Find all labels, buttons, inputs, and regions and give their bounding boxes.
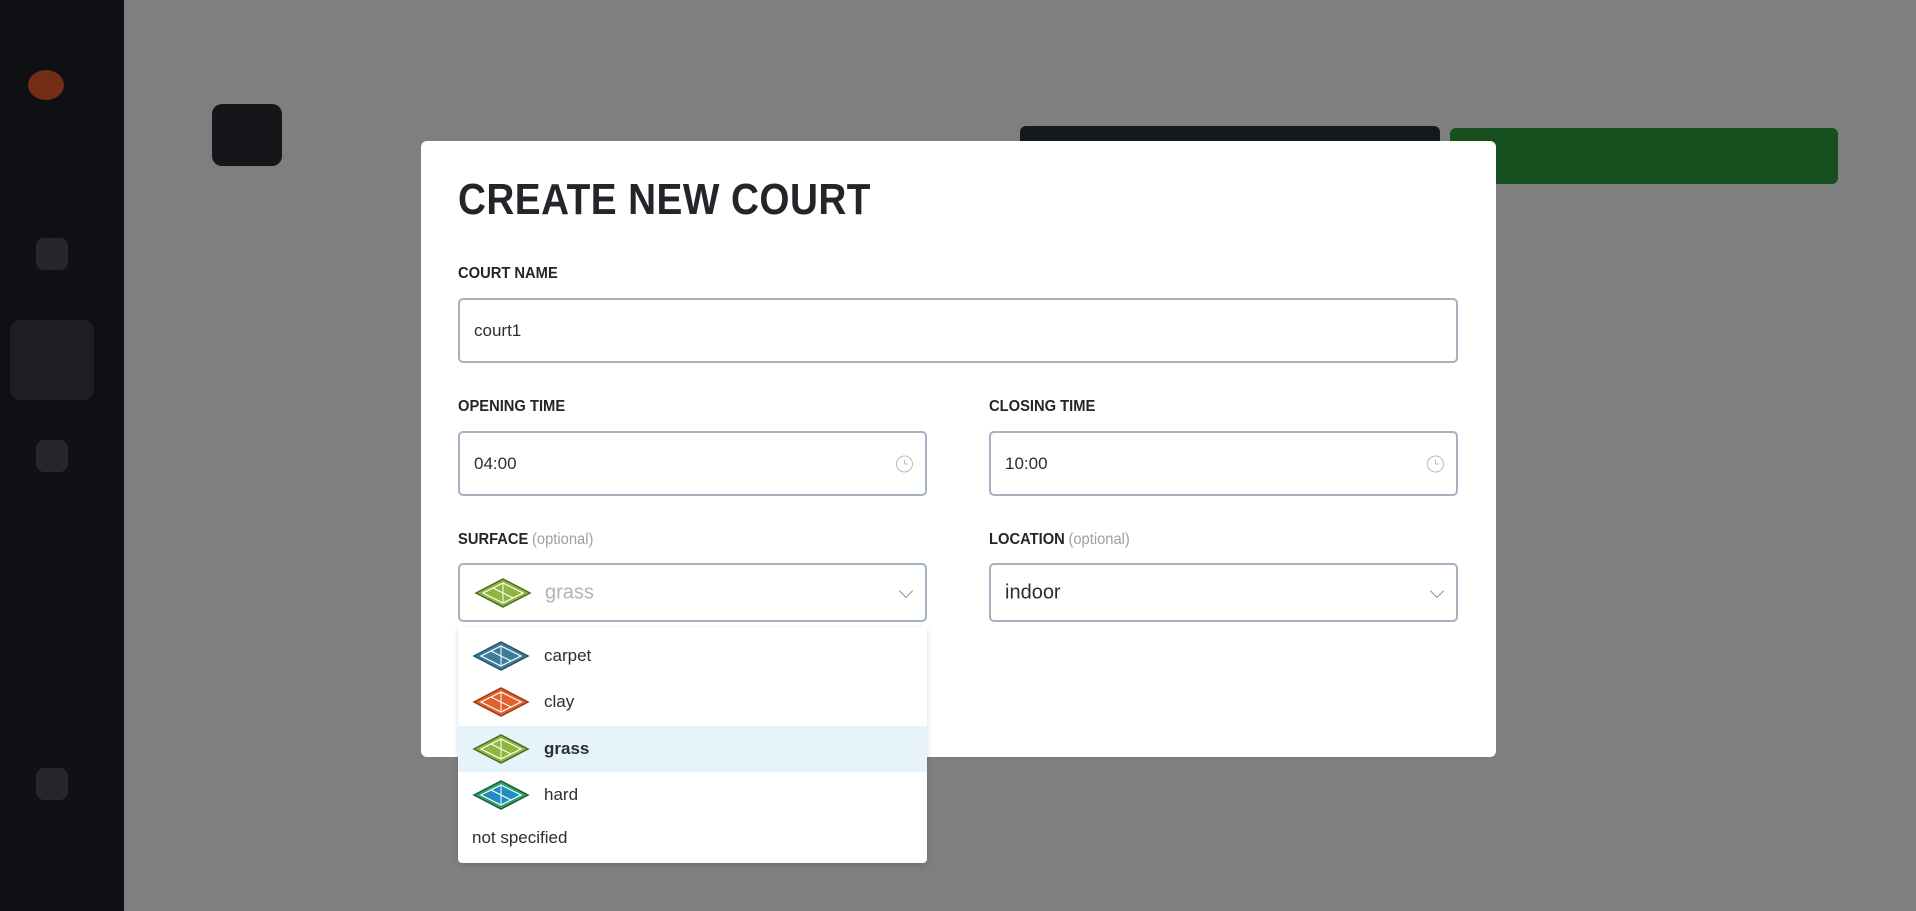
surface-dropdown: carpet clay grass hard not specified <box>458 627 927 863</box>
location-optional-text: (optional) <box>1068 531 1130 548</box>
clock-icon[interactable] <box>896 455 913 472</box>
closing-time-input[interactable]: 10:00 <box>989 431 1458 496</box>
chevron-down-icon[interactable] <box>898 583 914 598</box>
grass-court-icon <box>474 577 532 609</box>
modal-title: CREATE NEW COURT <box>458 175 871 224</box>
surface-optional-text: (optional) <box>532 531 594 548</box>
carpet-court-icon <box>472 640 530 672</box>
surface-option-label: clay <box>544 692 575 711</box>
court-name-input[interactable]: court1 <box>458 298 1458 363</box>
opening-time-label-text: OPENING TIME <box>458 398 566 415</box>
location-select[interactable]: indoor <box>989 563 1458 622</box>
clay-court-icon <box>472 686 530 718</box>
surface-option-not-specified[interactable]: not specified <box>458 815 927 861</box>
opening-time-input[interactable]: 04:00 <box>458 431 927 496</box>
chevron-down-icon[interactable] <box>1429 583 1445 598</box>
surface-select[interactable]: grass <box>458 563 927 622</box>
surface-option-label: grass <box>544 739 590 758</box>
opening-time-label: OPENING TIME <box>458 398 565 416</box>
surface-option-grass[interactable]: grass <box>458 726 927 772</box>
court-name-value: court1 <box>474 320 522 340</box>
surface-option-label: hard <box>544 785 579 804</box>
surface-option-hard[interactable]: hard <box>458 772 927 818</box>
grass-court-icon <box>472 733 530 765</box>
location-label-text: LOCATION <box>989 531 1065 548</box>
closing-time-value: 10:00 <box>1005 453 1048 473</box>
opening-time-value: 04:00 <box>474 453 517 473</box>
location-label: LOCATION (optional) <box>989 531 1130 549</box>
court-name-label: COURT NAME <box>458 265 558 283</box>
surface-option-clay[interactable]: clay <box>458 679 927 725</box>
court-name-label-text: COURT NAME <box>458 265 558 282</box>
location-selected-value: indoor <box>1005 581 1061 603</box>
surface-selected-value: grass <box>545 581 594 603</box>
surface-label-text: SURFACE <box>458 531 529 548</box>
closing-time-label-text: CLOSING TIME <box>989 398 1096 415</box>
surface-label: SURFACE (optional) <box>458 531 593 549</box>
surface-option-label: not specified <box>472 828 568 847</box>
surface-option-carpet[interactable]: carpet <box>458 633 927 679</box>
closing-time-label: CLOSING TIME <box>989 398 1095 416</box>
surface-option-label: carpet <box>544 646 592 665</box>
clock-icon[interactable] <box>1427 455 1444 472</box>
hard-court-icon <box>472 779 530 811</box>
